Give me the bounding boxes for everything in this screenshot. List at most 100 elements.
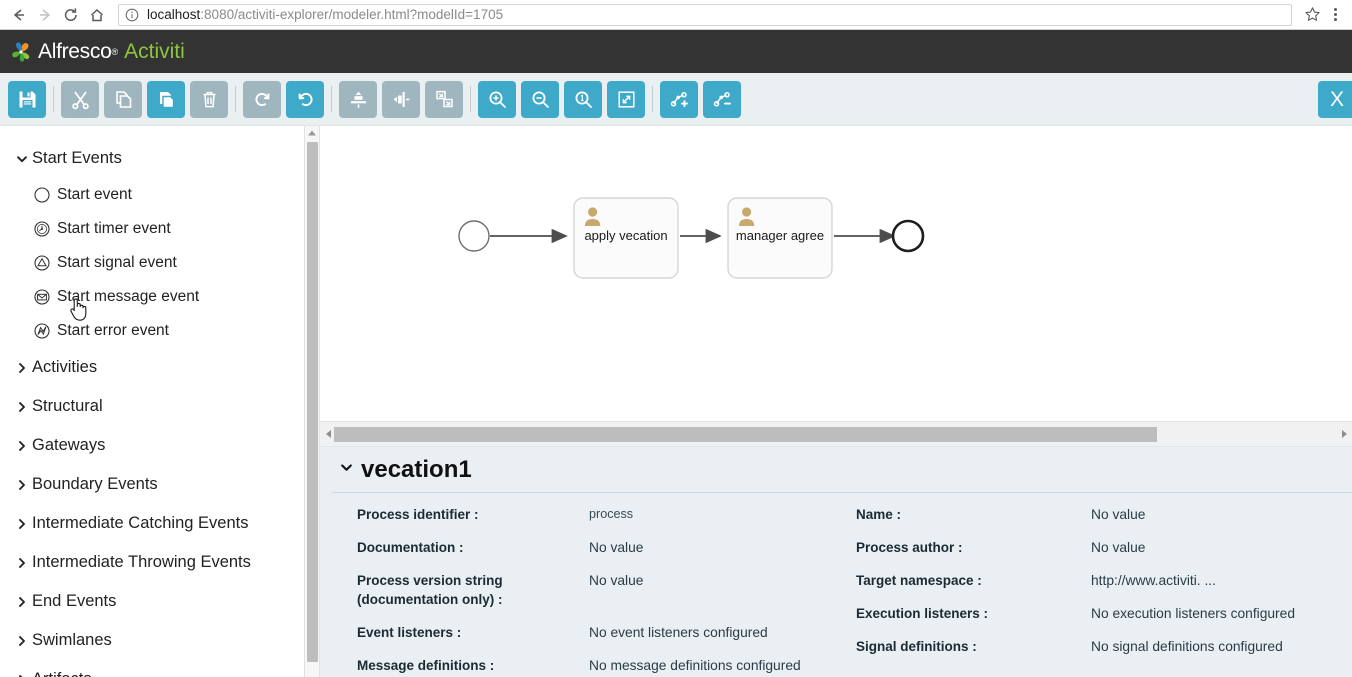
properties-header[interactable]: vecation1 (332, 447, 1352, 492)
user-task-label: manager agree (736, 228, 824, 243)
property-row: Name : No value (856, 505, 1352, 525)
three-dot-menu-icon[interactable] (1324, 3, 1346, 27)
undo-icon[interactable] (286, 80, 324, 118)
palette-item-label: Start signal event (57, 254, 177, 271)
forward-arrow-icon (32, 2, 58, 28)
info-circle-icon[interactable] (125, 8, 141, 22)
chevron-right-icon (16, 401, 32, 413)
home-icon[interactable] (84, 2, 110, 28)
property-row: Documentation : No value (357, 538, 842, 558)
palette-group-end-events[interactable]: End Events (0, 582, 319, 621)
property-label: Signal definitions : (856, 639, 977, 654)
palette-group-start-events[interactable]: Start Events (0, 139, 319, 178)
scrollbar-track[interactable] (334, 426, 1338, 442)
chevron-down-icon[interactable] (340, 461, 353, 478)
property-value[interactable]: http://www.activiti. ... (1091, 571, 1216, 591)
palette-item-start-signal-event[interactable]: Start signal event (0, 246, 319, 280)
palette-group-gateways[interactable]: Gateways (0, 426, 319, 465)
palette-group-label: Artifacts (32, 670, 92, 677)
property-row: Event listeners : No event listeners con… (357, 623, 842, 643)
bpmn-canvas[interactable]: apply vecation manager agree (320, 126, 1352, 422)
property-value[interactable]: No event listeners configured (589, 623, 768, 643)
palette-group-structural[interactable]: Structural (0, 387, 319, 426)
copy-icon[interactable] (104, 80, 142, 118)
address-bar-text: localhost:8080/activiti-explorer/modeler… (147, 7, 503, 22)
toolbar-separator (235, 86, 236, 112)
cut-icon[interactable] (61, 80, 99, 118)
start-message-event-icon (33, 288, 57, 306)
browser-toolbar: localhost:8080/activiti-explorer/modeler… (0, 0, 1352, 30)
property-value[interactable]: No value (1091, 505, 1145, 525)
palette-item-label: Start timer event (57, 220, 171, 237)
zoom-actual-icon[interactable] (564, 80, 602, 118)
remove-bendpoint-icon[interactable] (703, 80, 741, 118)
property-row: Signal definitions : No signal definitio… (856, 637, 1352, 657)
palette-group-intermediate-catching-events[interactable]: Intermediate Catching Events (0, 504, 319, 543)
zoom-fit-icon[interactable] (607, 80, 645, 118)
address-bar[interactable]: localhost:8080/activiti-explorer/modeler… (118, 3, 1292, 26)
palette-group-label: Intermediate Catching Events (32, 514, 249, 532)
alfresco-pinwheel-logo (9, 40, 33, 64)
scrollbar-thumb[interactable] (307, 142, 318, 662)
properties-grid: Process identifier : process Documentati… (332, 493, 1352, 677)
palette-vertical-scrollbar[interactable] (304, 126, 319, 677)
save-icon[interactable] (8, 80, 46, 118)
paste-icon[interactable] (147, 80, 185, 118)
chevron-right-icon (16, 440, 32, 452)
align-vertical-icon[interactable] (339, 80, 377, 118)
palette-item-start-message-event[interactable]: Start message event (0, 280, 319, 314)
scrollbar-thumb[interactable] (334, 426, 1158, 442)
property-value[interactable]: process (589, 505, 633, 525)
zoom-out-icon[interactable] (521, 80, 559, 118)
property-label: Process identifier : (357, 507, 479, 522)
start-error-event-icon (33, 322, 57, 340)
brand-name-alfresco: Alfresco (38, 39, 112, 63)
properties-column-left: Process identifier : process Documentati… (332, 505, 842, 677)
property-value[interactable]: No message definitions configured (589, 656, 801, 676)
toolbar-separator (53, 86, 54, 112)
palette-item-start-timer-event[interactable]: Start timer event (0, 212, 319, 246)
palette-group-label: Gateways (32, 436, 106, 454)
palette-group-artifacts[interactable]: Artifacts (0, 660, 319, 677)
chevron-right-icon (16, 362, 32, 374)
same-size-icon[interactable] (425, 80, 463, 118)
property-row: Target namespace : http://www.activiti. … (856, 571, 1352, 591)
redo-icon[interactable] (243, 80, 281, 118)
property-row: Process identifier : process (357, 505, 842, 525)
scroll-right-arrow-icon[interactable] (1338, 429, 1350, 439)
property-label: Target namespace : (856, 573, 982, 588)
property-label: Process version string (documentation on… (357, 572, 503, 608)
add-bendpoint-icon[interactable] (660, 80, 698, 118)
property-value[interactable]: No execution listeners configured (1091, 604, 1295, 624)
editor-right-pane: apply vecation manager agree vecation1 P… (320, 126, 1352, 677)
scroll-left-arrow-icon[interactable] (322, 429, 334, 439)
chevron-right-icon (16, 479, 32, 491)
palette-item-start-event[interactable]: Start event (0, 178, 319, 212)
palette-group-label: Swimlanes (32, 631, 112, 649)
palette-group-swimlanes[interactable]: Swimlanes (0, 621, 319, 660)
start-event-node (458, 220, 490, 252)
property-value[interactable]: No value (589, 538, 643, 558)
palette-group-intermediate-throwing-events[interactable]: Intermediate Throwing Events (0, 543, 319, 582)
palette-group-boundary-events[interactable]: Boundary Events (0, 465, 319, 504)
align-horizontal-icon[interactable] (382, 80, 420, 118)
reload-icon[interactable] (58, 2, 84, 28)
delete-icon[interactable] (190, 80, 228, 118)
close-editor-button[interactable]: X (1318, 81, 1352, 118)
start-signal-event-icon (33, 254, 57, 272)
property-label: Message definitions : (357, 657, 495, 673)
back-arrow-icon[interactable] (6, 2, 32, 28)
palette-group-label: Boundary Events (32, 475, 158, 493)
palette-item-label: Start message event (57, 288, 200, 305)
palette-group-label: End Events (32, 592, 117, 610)
scroll-up-arrow-icon[interactable] (305, 126, 319, 140)
property-value[interactable]: No value (1091, 538, 1145, 558)
palette-item-start-error-event[interactable]: Start error event (0, 314, 319, 348)
palette-group-activities[interactable]: Activities (0, 348, 319, 387)
property-value[interactable]: No signal definitions configured (1091, 637, 1283, 657)
workspace: Start Events Start event Start timer eve… (0, 126, 1352, 677)
bookmark-star-icon[interactable] (1300, 3, 1324, 27)
canvas-horizontal-scrollbar[interactable] (320, 422, 1352, 447)
property-value[interactable]: No value (589, 571, 643, 610)
zoom-in-icon[interactable] (478, 80, 516, 118)
